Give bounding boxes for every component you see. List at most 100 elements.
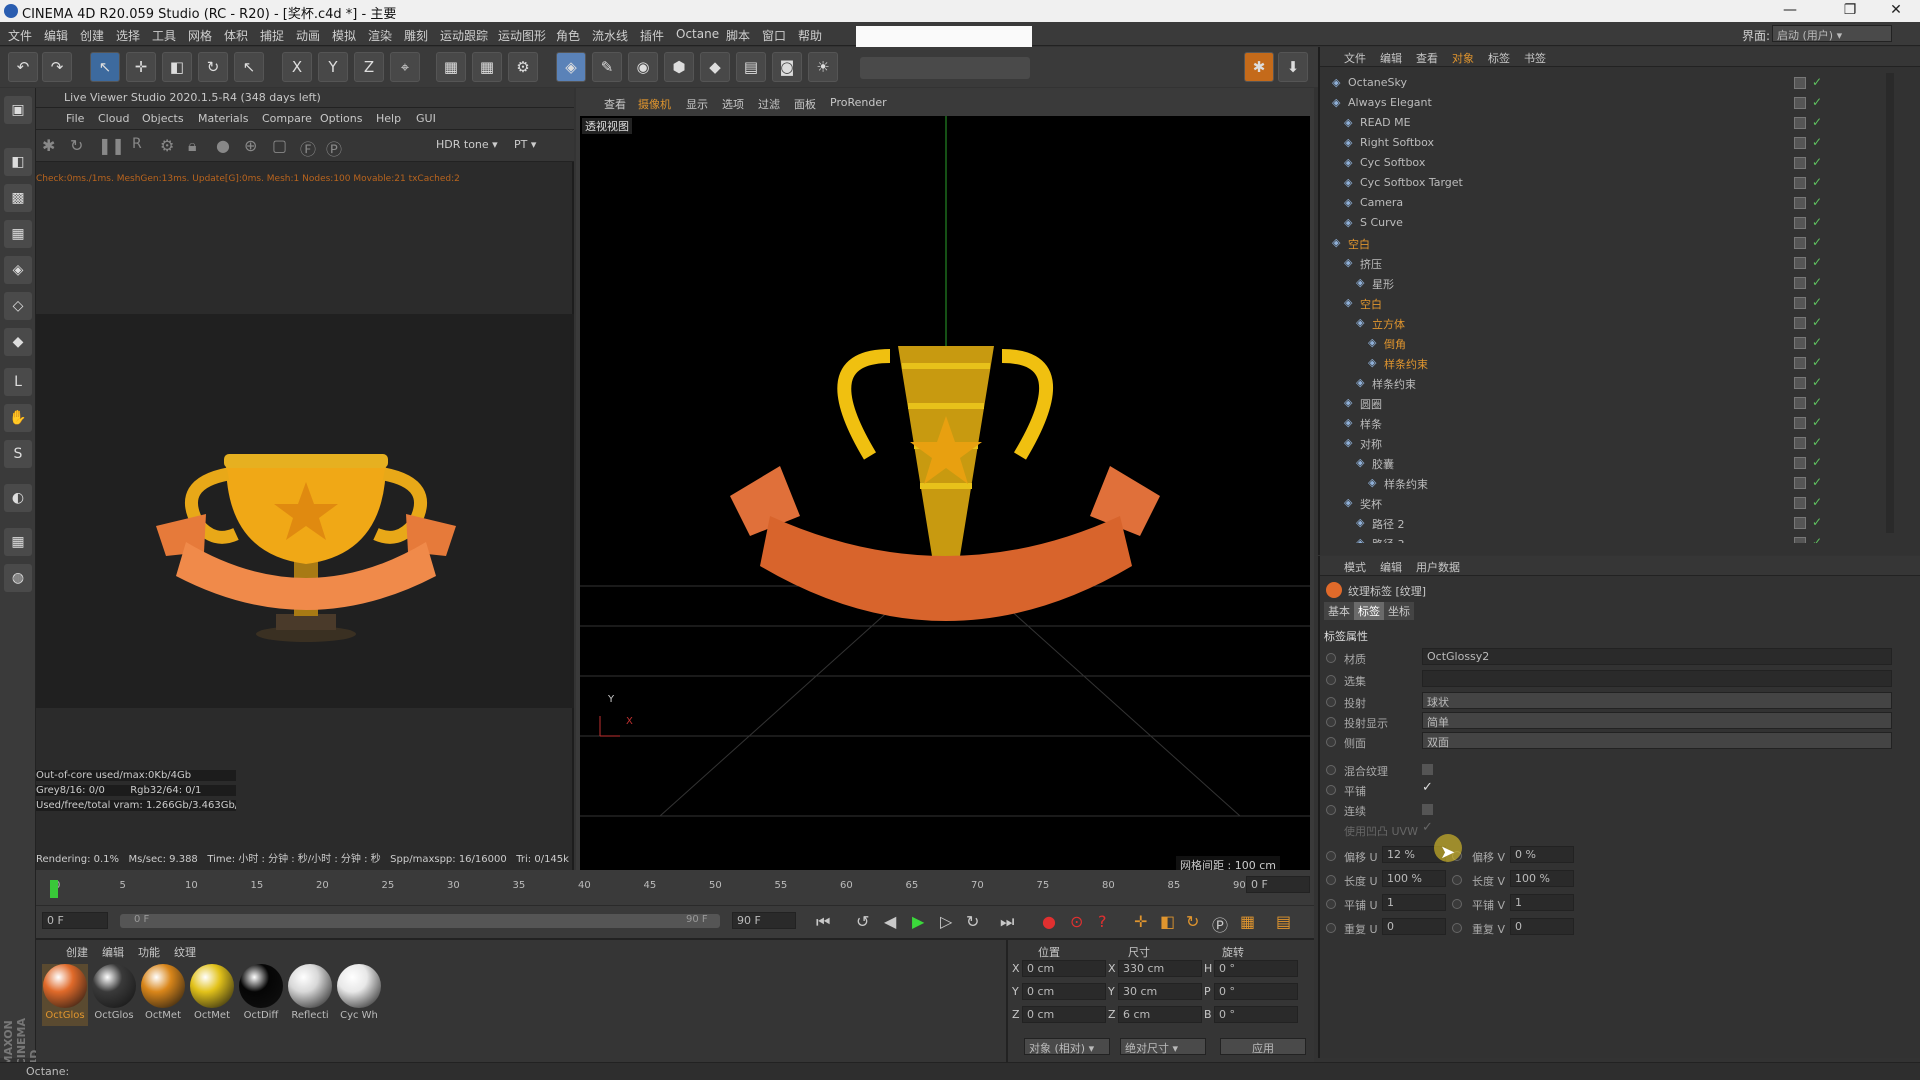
coord-size-field[interactable]: 30 cm — [1118, 983, 1202, 1000]
menu-simulate[interactable]: 模拟 — [332, 27, 356, 44]
layer-visibility-icon[interactable] — [1794, 117, 1806, 129]
lv-menu-gui[interactable]: GUI — [416, 112, 436, 125]
vp-menu-filter[interactable]: 过滤 — [758, 96, 780, 112]
layer-visibility-icon[interactable] — [1794, 297, 1806, 309]
menu-file[interactable]: 文件 — [8, 27, 32, 44]
enabled-check-icon[interactable]: ✓ — [1812, 195, 1822, 209]
coord-pos-field[interactable]: 0 cm — [1022, 960, 1106, 977]
vp-menu-display[interactable]: 显示 — [686, 96, 708, 112]
object-row[interactable]: ◈ 对称 ✓ — [1324, 433, 1884, 453]
enabled-check-icon[interactable]: ✓ — [1812, 75, 1822, 89]
om-menu-tags[interactable]: 标签 — [1488, 50, 1510, 66]
anim-dot[interactable] — [1326, 785, 1336, 795]
object-row[interactable]: ◈ 样条约束 ✓ — [1324, 353, 1884, 373]
autokey-icon[interactable]: ⊙ — [1070, 912, 1083, 931]
anim-dot[interactable] — [1326, 737, 1336, 747]
lv-settings-icon[interactable]: ✱ — [42, 136, 55, 155]
coord-pos-field[interactable]: 0 cm — [1022, 1006, 1106, 1023]
lv-lock-icon[interactable]: 🔒︎ — [188, 136, 197, 156]
object-row[interactable]: ◈ OctaneSky ✓ — [1324, 73, 1884, 93]
layer-visibility-icon[interactable] — [1794, 257, 1806, 269]
offset-v-field[interactable]: 0 % — [1510, 846, 1574, 863]
record-icon[interactable]: ● — [1042, 912, 1056, 931]
edges-mode-icon[interactable]: ◇ — [4, 292, 32, 320]
material-swatch[interactable]: OctGlos — [91, 964, 137, 1026]
tab-coordinates[interactable]: 坐标 — [1384, 602, 1414, 620]
coord-pos-field[interactable]: 0 cm — [1022, 983, 1106, 1000]
tiles-u-field[interactable]: 1 — [1382, 894, 1446, 911]
am-menu-edit[interactable]: 编辑 — [1380, 559, 1402, 575]
object-name[interactable]: 样条约束 — [1372, 376, 1416, 392]
x-axis-icon[interactable]: X — [282, 52, 312, 82]
layer-visibility-icon[interactable] — [1794, 457, 1806, 469]
coord-rot-field[interactable]: 0 ° — [1214, 960, 1298, 977]
layer-visibility-icon[interactable] — [1794, 517, 1806, 529]
coord-rot-field[interactable]: 0 ° — [1214, 983, 1298, 1000]
world-coord-icon[interactable]: ⌖ — [390, 52, 420, 82]
object-name[interactable]: S Curve — [1360, 216, 1403, 229]
layer-visibility-icon[interactable] — [1794, 157, 1806, 169]
menu-window[interactable]: 窗口 — [762, 27, 786, 44]
layer-visibility-icon[interactable] — [1794, 217, 1806, 229]
enabled-check-icon[interactable]: ✓ — [1812, 355, 1822, 369]
anim-dot[interactable] — [1326, 653, 1336, 663]
coord-size-field[interactable]: 6 cm — [1118, 1006, 1202, 1023]
minimize-button[interactable]: — — [1770, 2, 1810, 18]
layer-visibility-icon[interactable] — [1794, 497, 1806, 509]
length-v-field[interactable]: 100 % — [1510, 870, 1574, 887]
render-settings-icon[interactable]: ⚙ — [508, 52, 538, 82]
object-row[interactable]: ◈ 路径 2 ✓ — [1324, 513, 1884, 533]
side-dropdown[interactable]: 双面 — [1422, 732, 1892, 749]
anim-dot[interactable] — [1326, 923, 1336, 933]
bump-uvw-checkbox[interactable]: ✓ — [1422, 820, 1433, 835]
vp-menu-view[interactable]: 查看 — [604, 96, 626, 112]
end-frame-field[interactable]: 90 F — [732, 912, 796, 929]
undo-icon[interactable]: ↶ — [8, 52, 38, 82]
layer-visibility-icon[interactable] — [1794, 177, 1806, 189]
length-u-field[interactable]: 100 % — [1382, 870, 1446, 887]
goto-start-icon[interactable]: ⏮ — [816, 912, 830, 932]
light-icon[interactable]: ☀ — [808, 52, 838, 82]
maximize-button[interactable]: ❐ — [1830, 2, 1870, 18]
om-menu-view[interactable]: 查看 — [1416, 50, 1438, 66]
object-row[interactable]: ◈ S Curve ✓ — [1324, 213, 1884, 233]
menu-snap[interactable]: 捕捉 — [260, 27, 284, 44]
menu-octane[interactable]: Octane — [676, 27, 719, 41]
enabled-check-icon[interactable]: ✓ — [1812, 535, 1822, 543]
lv-f-icon[interactable]: Ⓕ — [300, 136, 316, 160]
playhead[interactable] — [50, 880, 58, 898]
object-row[interactable]: ◈ 星形 ✓ — [1324, 273, 1884, 293]
enabled-check-icon[interactable]: ✓ — [1812, 155, 1822, 169]
rotate-icon[interactable]: ↻ — [198, 52, 228, 82]
lv-gear-icon[interactable]: ⚙ — [160, 136, 174, 155]
object-name[interactable]: 胶囊 — [1372, 456, 1394, 472]
menu-edit[interactable]: 编辑 — [44, 27, 68, 44]
live-select-icon[interactable]: ↖ — [90, 52, 120, 82]
loop-forward-icon[interactable]: ↻ — [966, 912, 979, 931]
play-icon[interactable]: ▶ — [912, 912, 924, 931]
anim-dot[interactable] — [1326, 899, 1336, 909]
next-frame-icon[interactable]: ▷ — [940, 912, 952, 931]
key-move-icon[interactable]: ✛ — [1134, 912, 1147, 931]
key-pla-icon[interactable]: ▦ — [1240, 912, 1255, 931]
om-menu-bookmarks[interactable]: 书签 — [1524, 50, 1546, 66]
lv-menu-file[interactable]: File — [66, 112, 84, 125]
menu-character[interactable]: 角色 — [556, 27, 580, 44]
key-scale-icon[interactable]: ◧ — [1160, 912, 1175, 931]
menu-motion-tracker[interactable]: 运动跟踪 — [440, 27, 488, 44]
layer-visibility-icon[interactable] — [1794, 137, 1806, 149]
timeline-window-icon[interactable]: ▤ — [1276, 912, 1291, 931]
lv-pause-icon[interactable]: ❚❚ — [98, 136, 125, 155]
anim-dot[interactable] — [1326, 675, 1336, 685]
layer-visibility-icon[interactable] — [1794, 277, 1806, 289]
object-row[interactable]: ◈ 胶囊 ✓ — [1324, 453, 1884, 473]
object-name[interactable]: 倒角 — [1384, 336, 1406, 352]
tab-basic[interactable]: 基本 — [1324, 602, 1354, 620]
lv-sphere-icon[interactable]: ● — [216, 136, 230, 155]
object-name[interactable]: 星形 — [1372, 276, 1394, 292]
subdivision-icon[interactable]: ◉ — [628, 52, 658, 82]
redo-icon[interactable]: ↷ — [42, 52, 72, 82]
enabled-check-icon[interactable]: ✓ — [1812, 395, 1822, 409]
lv-menu-cloud[interactable]: Cloud — [98, 112, 129, 125]
object-name[interactable]: 样条约束 — [1384, 356, 1428, 372]
